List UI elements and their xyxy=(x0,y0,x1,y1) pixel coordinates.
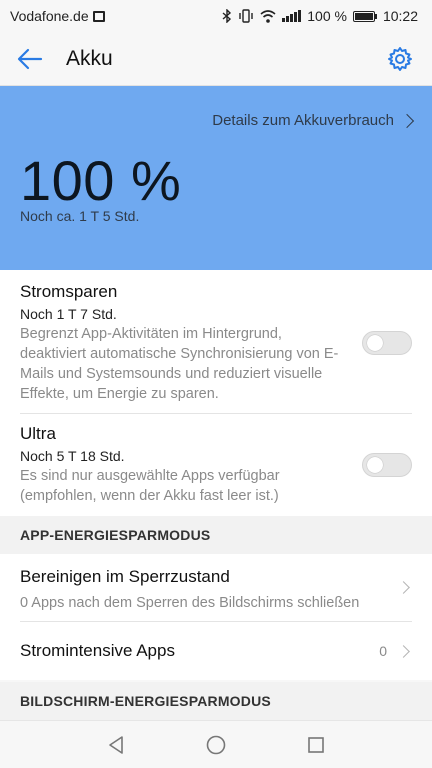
battery-percentage: 100 % xyxy=(20,149,182,212)
ultra-description: Es sind nur ausgewählte Apps verfügbar (… xyxy=(20,468,280,504)
ultra-row[interactable]: Ultra Noch 5 T 18 Std. Es sind nur ausge… xyxy=(20,414,412,516)
status-bar: Vodafone.de 100 % 10:22 xyxy=(0,0,432,32)
ultra-time: Noch 5 T 18 Std. xyxy=(20,448,125,464)
bluetooth-icon xyxy=(222,9,232,23)
details-link[interactable]: Details zum Akkuverbrauch xyxy=(212,112,415,129)
power-saving-time: Noch 1 T 7 Std. xyxy=(20,306,117,322)
navigation-bar xyxy=(0,720,432,768)
signal-icon xyxy=(282,10,302,22)
power-saving-description: Begrenzt App-Aktivitäten im Hintergrund,… xyxy=(20,326,339,402)
gear-icon xyxy=(388,47,412,71)
back-button[interactable] xyxy=(0,32,60,86)
details-label: Details zum Akkuverbrauch xyxy=(212,112,394,129)
lock-cleanup-subtitle: 0 Apps nach dem Sperren des Bildschirms … xyxy=(20,595,360,611)
lock-cleanup-title: Bereinigen im Sperrzustand xyxy=(20,567,230,586)
nav-back-icon[interactable] xyxy=(106,735,126,755)
remaining-time: Noch ca. 1 T 5 Std. xyxy=(20,208,140,224)
carrier-group: Vodafone.de xyxy=(10,8,105,24)
app-bar: Akku xyxy=(0,32,432,86)
page-title: Akku xyxy=(66,46,113,70)
arrow-left-icon xyxy=(17,48,43,69)
carrier-name: Vodafone.de xyxy=(10,8,89,24)
vibrate-icon xyxy=(239,9,253,23)
battery-icon xyxy=(352,10,377,22)
battery-summary: Details zum Akkuverbrauch 100 % Noch ca.… xyxy=(0,86,432,270)
power-intensive-title: Stromintensive Apps xyxy=(20,641,175,660)
power-intensive-count: 0 xyxy=(379,643,387,659)
ultra-title: Ultra xyxy=(20,424,56,443)
nav-recents-icon[interactable] xyxy=(306,735,326,755)
section-header-screen: BILDSCHIRM-ENERGIESPARMODUS xyxy=(0,682,432,720)
clock: 10:22 xyxy=(382,8,418,24)
chevron-right-icon xyxy=(399,113,415,128)
power-saving-row[interactable]: Stromsparen Noch 1 T 7 Std. Begrenzt App… xyxy=(20,270,412,414)
app-section: Bereinigen im Sperrzustand 0 Apps nach d… xyxy=(0,554,432,680)
notification-icon xyxy=(92,10,105,22)
ultra-toggle[interactable] xyxy=(362,453,412,477)
wifi-icon xyxy=(260,9,276,23)
power-intensive-apps-row[interactable]: Stromintensive Apps 0 xyxy=(20,622,412,680)
battery-percent: 100 % xyxy=(307,8,347,24)
status-icons: 100 % 10:22 xyxy=(222,8,418,24)
settings-button[interactable] xyxy=(382,41,418,77)
lock-cleanup-row[interactable]: Bereinigen im Sperrzustand 0 Apps nach d… xyxy=(20,554,412,622)
power-saving-title: Stromsparen xyxy=(20,282,118,301)
power-saving-toggle[interactable] xyxy=(362,331,412,355)
nav-home-icon[interactable] xyxy=(206,735,226,755)
section-header-app: APP-ENERGIESPARMODUS xyxy=(0,516,432,554)
power-saving-section: Stromsparen Noch 1 T 7 Std. Begrenzt App… xyxy=(0,270,432,516)
chevron-right-icon xyxy=(397,644,410,658)
